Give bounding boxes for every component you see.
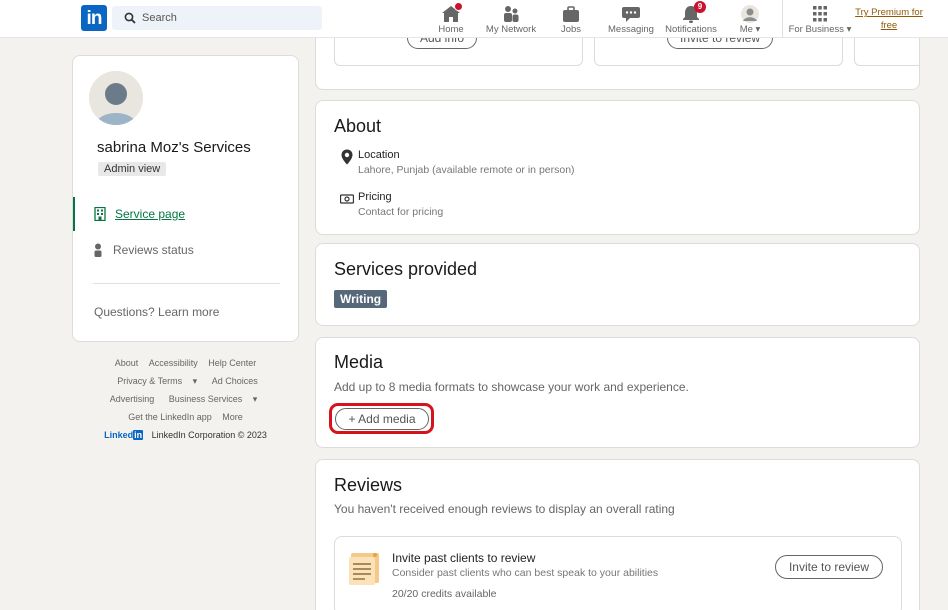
chevron-down-icon: ▾ <box>250 394 258 404</box>
footer-link-privacy[interactable]: Privacy & Terms ▾ <box>113 376 201 386</box>
nav-jobs[interactable]: Jobs <box>552 2 590 36</box>
nav-for-business-label: For Business ▾ <box>788 24 852 35</box>
person-icon <box>94 243 102 257</box>
money-icon <box>340 194 354 204</box>
reviews-description: You haven't received enough reviews to d… <box>334 502 675 516</box>
nav-divider <box>782 0 783 38</box>
footer-link-ad-choices[interactable]: Ad Choices <box>212 376 258 386</box>
linkedin-wordmark-logo: Linkedin <box>104 430 144 440</box>
avatar-icon <box>741 5 759 23</box>
footer-link-advertising[interactable]: Advertising <box>110 394 155 404</box>
add-info-button[interactable]: Add info <box>407 38 478 49</box>
footer-brand: Linkedin LinkedIn Corporation © 2023 <box>72 430 299 440</box>
briefcase-icon <box>563 6 579 22</box>
nav-messaging-label: Messaging <box>608 24 654 35</box>
avatar[interactable] <box>89 71 143 125</box>
mini-card: Add info <box>334 38 583 66</box>
footer-link-business-services[interactable]: Business Services ▾ <box>165 394 262 404</box>
nav-me-label: Me ▾ <box>739 24 761 35</box>
sidebar-item-reviews-status[interactable]: Reviews status <box>73 233 300 267</box>
footer-row: Privacy & Terms ▾ Ad Choices <box>72 374 299 392</box>
chevron-down-icon: ▾ <box>752 24 761 35</box>
service-sidebar-card: sabrina Moz's Services Admin view Servic… <box>72 55 299 342</box>
grid-icon <box>813 6 827 22</box>
review-request-icon <box>349 553 379 585</box>
add-media-button[interactable]: + Add media <box>335 408 429 430</box>
media-title: Media <box>334 352 384 372</box>
media-card: Media Add up to 8 media formats to showc… <box>315 337 920 448</box>
media-description: Add up to 8 media formats to showcase yo… <box>334 380 689 394</box>
questions-learn-more-link[interactable]: Questions? Learn more <box>94 305 219 319</box>
copyright-text: LinkedIn Corporation © 2023 <box>151 430 267 440</box>
mini-card: Invite to review <box>594 38 843 66</box>
premium-line-1: Try Premium for <box>855 7 923 18</box>
footer-row: About Accessibility Help Center <box>72 356 299 374</box>
premium-line-2: free <box>880 20 898 31</box>
credits-available: 20/20 credits available <box>392 588 497 600</box>
admin-view-tag: Admin view <box>98 162 167 176</box>
highlight-annotation: + Add media <box>329 403 434 434</box>
location-label: Location <box>358 149 400 161</box>
invite-to-review-button[interactable]: Invite to review <box>775 555 883 579</box>
footer-link-about[interactable]: About <box>115 358 139 368</box>
location-value: Lahore, Punjab (available remote or in p… <box>358 164 575 176</box>
invite-title: Invite past clients to review <box>392 551 536 565</box>
nav-my-network[interactable]: My Network <box>484 2 538 36</box>
chevron-down-icon: ▾ <box>844 24 852 35</box>
footer-row: Get the LinkedIn app More <box>72 410 299 428</box>
service-tag: Writing <box>334 290 388 308</box>
notifications-badge: 9 <box>694 1 706 13</box>
pricing-label: Pricing <box>358 191 392 203</box>
top-nav: in Home My Network Jobs <box>0 0 948 38</box>
sidebar-divider <box>93 283 280 284</box>
footer-link-accessibility[interactable]: Accessibility <box>149 358 198 368</box>
invite-clients-box: Invite past clients to review Consider p… <box>334 536 902 610</box>
scrolled-card-strip: Add info Invite to review <box>315 38 920 90</box>
people-icon <box>504 6 519 22</box>
search-bar[interactable] <box>112 6 322 30</box>
nav-for-business[interactable]: For Business ▾ <box>788 2 852 36</box>
services-card: Services provided Writing <box>315 243 920 326</box>
invite-subtitle: Consider past clients who can best speak… <box>392 567 659 579</box>
nav-notifications-label: Notifications <box>665 24 717 35</box>
try-premium-link[interactable]: Try Premium for free <box>852 6 926 32</box>
location-pin-icon <box>341 149 353 165</box>
search-input[interactable] <box>142 6 312 30</box>
building-icon <box>94 207 106 221</box>
mini-card <box>854 38 919 66</box>
reviews-title: Reviews <box>334 475 403 495</box>
nav-home-label: Home <box>438 24 464 35</box>
linkedin-logo-icon[interactable]: in <box>81 5 107 31</box>
footer-link-help-center[interactable]: Help Center <box>208 358 256 368</box>
invite-to-review-button[interactable]: Invite to review <box>667 38 774 49</box>
sidebar-item-label: Reviews status <box>113 243 194 257</box>
pricing-value: Contact for pricing <box>358 206 444 218</box>
footer-link-more[interactable]: More <box>222 412 243 422</box>
chevron-down-icon: ▾ <box>190 376 198 386</box>
footer-link-get-app[interactable]: Get the LinkedIn app <box>128 412 212 422</box>
sidebar-item-service-page[interactable]: Service page <box>73 197 300 231</box>
footer-row: Advertising Business Services ▾ <box>72 392 299 410</box>
nav-jobs-label: Jobs <box>560 24 582 35</box>
service-page-name: sabrina Moz's Services <box>97 139 251 156</box>
nav-messaging[interactable]: Messaging <box>606 2 656 36</box>
about-card: About Location Lahore, Punjab (available… <box>315 100 920 235</box>
nav-me[interactable]: Me ▾ <box>732 2 768 36</box>
home-notification-dot <box>454 2 463 11</box>
nav-home[interactable]: Home <box>428 2 474 36</box>
search-icon <box>124 12 136 24</box>
nav-my-network-label: My Network <box>485 24 537 35</box>
default-avatar-icon <box>89 71 143 125</box>
footer: About Accessibility Help Center Privacy … <box>72 356 299 440</box>
about-title: About <box>334 116 382 136</box>
reviews-card: Reviews You haven't received enough revi… <box>315 459 920 610</box>
chat-icon <box>622 7 640 22</box>
services-title: Services provided <box>334 259 478 279</box>
sidebar-item-label: Service page <box>115 207 186 221</box>
nav-notifications[interactable]: 9 Notifications <box>664 1 718 36</box>
